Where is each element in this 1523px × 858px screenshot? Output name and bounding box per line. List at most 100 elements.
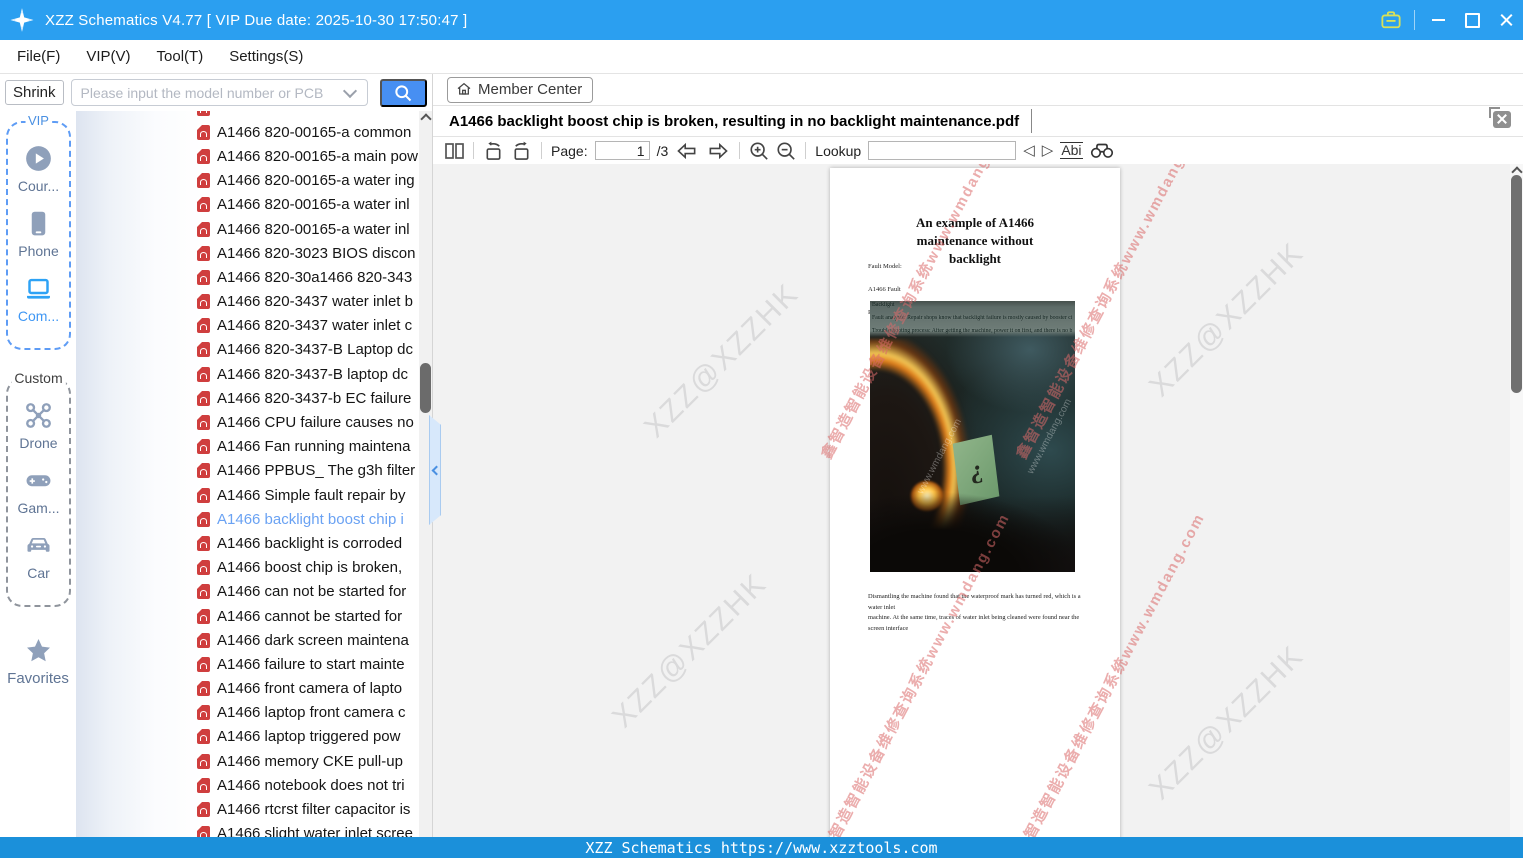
menu-settings[interactable]: Settings(S) xyxy=(216,41,316,73)
list-item-label: A1466 cannot be started for xyxy=(217,607,403,625)
sidebar-item-course[interactable]: Cour... xyxy=(8,145,69,194)
list-item[interactable]: A1466 backlight is corroded xyxy=(76,531,419,555)
list-item[interactable]: A1466 boost chip is broken, xyxy=(76,556,419,580)
previous-page-icon[interactable] xyxy=(675,142,699,160)
zoom-out-icon[interactable] xyxy=(776,141,796,161)
close-button[interactable] xyxy=(1489,6,1523,34)
model-search-combo[interactable] xyxy=(70,79,368,106)
list-item[interactable]: A1466 notebook does not tri xyxy=(76,773,419,797)
sidebar-item-favorites[interactable]: Favorites xyxy=(0,637,76,687)
list-item[interactable]: A1466 820-00165-a common xyxy=(76,120,419,144)
list-item[interactable]: A1466 CPU failure causes no xyxy=(76,410,419,434)
list-item[interactable]: A1466 820-00165-a water inl xyxy=(76,193,419,217)
two-page-view-icon[interactable] xyxy=(445,142,464,159)
pdf-file-icon xyxy=(197,173,210,189)
lookup-input[interactable] xyxy=(868,141,1017,160)
sidebar-item-computer[interactable]: Com... xyxy=(8,275,69,324)
list-item-label: A1466 backlight is corroded xyxy=(217,534,403,552)
member-center-button[interactable]: Member Center xyxy=(447,76,594,103)
pdf-file-icon xyxy=(197,197,210,213)
page-total: /3 xyxy=(656,142,669,159)
list-item[interactable]: A1466 rtcrst filter capacitor is xyxy=(76,797,419,821)
list-item[interactable]: A1466 820-3437-B Laptop dc xyxy=(76,338,419,362)
list-item[interactable]: A1466 cannot be started for xyxy=(76,604,419,628)
document-tab-bar: A1466 backlight boost chip is broken, re… xyxy=(433,106,1523,137)
next-page-icon[interactable] xyxy=(706,142,730,160)
menu-tool[interactable]: Tool(T) xyxy=(144,41,217,73)
pdf-file-icon xyxy=(197,560,210,576)
rotate-left-icon[interactable] xyxy=(483,141,504,161)
panel-collapse-handle[interactable] xyxy=(429,415,441,525)
list-item[interactable]: A1466 820-00165-a main pow xyxy=(76,144,419,168)
sidebar-item-phone[interactable]: Phone xyxy=(8,210,69,259)
menu-vip[interactable]: VIP(V) xyxy=(73,41,143,73)
category-sidebar: VIP Cour... Phone Com... Custom Drone Ga… xyxy=(0,111,76,837)
window-title: XZZ Schematics V4.77 [ VIP Due date: 202… xyxy=(45,11,468,29)
list-item-label: A1466 Simple fault repair by xyxy=(217,486,406,504)
viewer-scrollbar[interactable] xyxy=(1510,164,1523,837)
home-icon xyxy=(457,82,471,95)
binoculars-icon[interactable] xyxy=(1090,142,1114,159)
list-item-label: A1466 820-00165-a common xyxy=(217,123,412,141)
zoom-in-icon[interactable] xyxy=(749,141,769,161)
list-item-label: A1466 820-00165-a water inl xyxy=(217,196,410,214)
watermark-gray: XZZ@XZZHK xyxy=(606,567,774,735)
find-next-icon[interactable]: ▷ xyxy=(1042,143,1054,158)
menu-file[interactable]: File(F) xyxy=(4,41,73,73)
list-item-label: A1466 laptop front camera c xyxy=(217,704,406,722)
find-previous-icon[interactable]: ◁ xyxy=(1023,143,1035,158)
list-item[interactable]: A1466 can not be started for xyxy=(76,580,419,604)
scrollbar-thumb[interactable] xyxy=(1511,175,1522,393)
list-item[interactable]: A1466 PPBUS_ The g3h filter xyxy=(76,459,419,483)
list-item[interactable]: A1466 820-3437 water inlet c xyxy=(76,314,419,338)
list-item[interactable]: A1466 Fan running maintena xyxy=(76,435,419,459)
tab-divider xyxy=(1031,109,1033,133)
list-item[interactable]: A1466 laptop front camera c xyxy=(76,701,419,725)
active-document-tab[interactable]: A1466 backlight boost chip is broken, re… xyxy=(449,113,1019,130)
list-item[interactable]: A1466 slight water inlet scree xyxy=(76,822,419,837)
sidebar-item-car[interactable]: Car xyxy=(8,532,69,581)
list-item[interactable]: A1466 memory CKE pull-up xyxy=(76,749,419,773)
pdf-viewer[interactable]: An example of A1466 maintenance without … xyxy=(433,164,1523,837)
list-item[interactable]: A1466 laptop triggered pow xyxy=(76,725,419,749)
watermark-gray: XZZ@XZZHK xyxy=(1143,639,1311,807)
list-item-label: A1466 CPU failure causes no xyxy=(217,414,414,432)
list-item[interactable]: A1466 front camera of lapto xyxy=(76,677,419,701)
rotate-right-icon[interactable] xyxy=(511,141,532,161)
list-item[interactable]: A1466 820-00165-a water inl xyxy=(76,217,419,241)
list-item[interactable]: A1466 820-30a1466 820-343 xyxy=(76,265,419,289)
list-item[interactable] xyxy=(76,111,419,120)
chevron-down-icon[interactable] xyxy=(342,83,357,98)
pdf-toolbar: Page: /3 Lookup ◁ xyxy=(433,137,1523,164)
custom-group-label: Custom xyxy=(11,370,66,386)
pdf-title: An example of A1466 maintenance without … xyxy=(915,215,1035,267)
list-item[interactable]: A1466 820-00165-a water ing xyxy=(76,169,419,193)
list-item[interactable]: A1466 backlight boost chip i xyxy=(76,507,419,531)
close-tab-icon[interactable] xyxy=(1489,107,1511,128)
list-item-label: A1466 820-00165-a water ing xyxy=(217,172,415,190)
pdf-photo: ¿ www.wmdang.com www.wmdang.com Backligh… xyxy=(870,301,1075,572)
text-select-icon[interactable]: Abi xyxy=(1060,142,1083,159)
list-item[interactable]: A1466 failure to start mainte xyxy=(76,652,419,676)
search-input[interactable] xyxy=(71,84,339,101)
sidebar-item-drone[interactable]: Drone xyxy=(8,402,69,451)
list-item[interactable]: A1466 820-3437 water inlet b xyxy=(76,290,419,314)
minimize-button[interactable] xyxy=(1421,6,1455,34)
page-number-input[interactable] xyxy=(594,141,650,160)
sidebar-item-game[interactable]: Gam... xyxy=(8,467,69,516)
search-button[interactable] xyxy=(379,78,427,107)
list-item[interactable]: A1466 820-3437-B laptop dc xyxy=(76,362,419,386)
photo-finger-shadow xyxy=(870,477,1075,572)
list-item[interactable]: A1466 dark screen maintena xyxy=(76,628,419,652)
list-item[interactable]: A1466 820-3437-b EC failure xyxy=(76,386,419,410)
chevron-left-icon xyxy=(431,465,441,475)
scroll-up-icon[interactable] xyxy=(420,113,432,125)
star-icon xyxy=(26,639,50,662)
list-item[interactable]: A1466 820-3023 BIOS discon xyxy=(76,241,419,265)
maximize-button[interactable] xyxy=(1455,6,1489,34)
license-briefcase-icon[interactable] xyxy=(1374,6,1408,34)
watermark-gray: XZZ@XZZHK xyxy=(1143,236,1311,404)
scrollbar-thumb[interactable] xyxy=(420,363,431,413)
list-item[interactable]: A1466 Simple fault repair by xyxy=(76,483,419,507)
shrink-button[interactable]: Shrink xyxy=(5,80,64,105)
